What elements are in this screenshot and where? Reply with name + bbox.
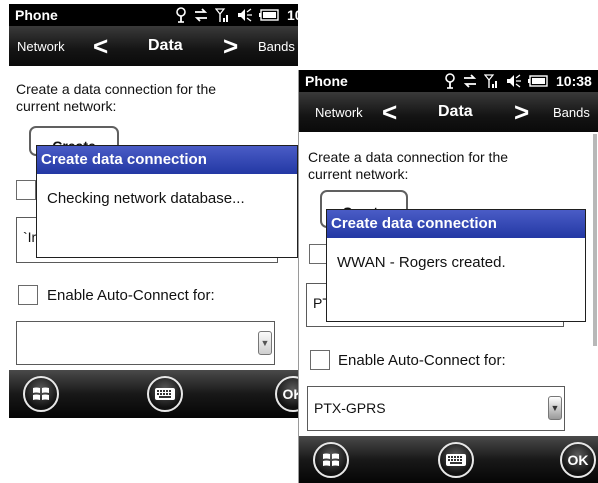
description-text: Create a data connection for the current… — [308, 149, 509, 182]
auto-connect-label: Enable Auto-Connect for: — [338, 352, 506, 369]
checkbox-hidden[interactable] — [16, 180, 36, 200]
ok-label: OK — [282, 386, 299, 402]
volume-icon[interactable] — [237, 8, 253, 22]
soft-key-bar: OK — [9, 370, 298, 418]
combo-value: `Ir — [23, 229, 37, 245]
dialog-message: Checking network database... — [47, 190, 245, 207]
description-text: Create a data connection for the current… — [16, 81, 217, 114]
navigation-bar: Network < Data > Bands — [299, 92, 598, 132]
soft-key-bar: OK — [299, 436, 598, 483]
signal-strength-icon[interactable] — [175, 7, 187, 23]
auto-connect-combo[interactable]: ▼ — [16, 321, 275, 365]
status-title: Phone — [305, 73, 348, 89]
signal-strength-icon[interactable] — [444, 73, 456, 89]
result-dialog: Create data connection WWAN - Rogers cre… — [326, 209, 586, 322]
data-sync-icon[interactable] — [462, 74, 478, 88]
nav-network-link[interactable]: Network — [315, 105, 363, 120]
ok-button[interactable]: OK — [560, 442, 596, 478]
status-bar: Phone 10:37 — [9, 4, 298, 26]
cellular-signal-icon[interactable] — [484, 73, 500, 89]
back-phone-screen: Phone 10:37 Network < Data > Bands C — [9, 4, 298, 418]
combo-value: PTX-GPRS — [314, 400, 386, 416]
status-time: 10:37 — [287, 7, 298, 23]
chevron-left-icon[interactable]: < — [382, 99, 397, 125]
auto-connect-checkbox[interactable] — [18, 285, 38, 305]
chevron-down-icon[interactable]: ▼ — [548, 396, 562, 420]
nav-bands-link[interactable]: Bands — [553, 105, 590, 120]
ok-button[interactable]: OK — [275, 376, 298, 412]
scrollbar[interactable] — [593, 134, 597, 346]
keyboard-icon[interactable] — [438, 442, 474, 478]
cellular-signal-icon[interactable] — [215, 7, 231, 23]
chevron-right-icon[interactable]: > — [223, 33, 238, 59]
page-title: Data — [148, 37, 183, 54]
auto-connect-combo[interactable]: PTX-GPRS ▼ — [307, 386, 565, 431]
status-icons: 10:37 — [175, 6, 298, 24]
ok-label: OK — [567, 452, 589, 468]
status-bar: Phone 10:38 — [299, 70, 598, 92]
dialog-title: Create data connection — [327, 210, 585, 238]
status-time: 10:38 — [556, 73, 592, 89]
chevron-right-icon[interactable]: > — [514, 99, 529, 125]
status-title: Phone — [15, 7, 58, 23]
data-sync-icon[interactable] — [193, 8, 209, 22]
chevron-left-icon[interactable]: < — [93, 33, 108, 59]
nav-bands-link[interactable]: Bands — [258, 39, 295, 54]
progress-dialog: Create data connection Checking network … — [36, 145, 298, 258]
windows-start-icon[interactable] — [313, 442, 349, 478]
navigation-bar: Network < Data > Bands — [9, 26, 298, 66]
status-icons: 10:38 — [444, 72, 592, 90]
windows-start-icon[interactable] — [23, 376, 59, 412]
dialog-title: Create data connection — [37, 146, 297, 174]
battery-icon[interactable] — [528, 75, 548, 87]
page-title: Data — [438, 103, 473, 120]
chevron-down-icon[interactable]: ▼ — [258, 331, 272, 355]
auto-connect-label: Enable Auto-Connect for: — [47, 287, 215, 304]
volume-icon[interactable] — [506, 74, 522, 88]
keyboard-icon[interactable] — [147, 376, 183, 412]
front-phone-screen: Phone 10:38 Network < Data > Bands Creat… — [298, 70, 598, 483]
nav-network-link[interactable]: Network — [17, 39, 65, 54]
auto-connect-checkbox[interactable] — [310, 350, 330, 370]
battery-icon[interactable] — [259, 9, 279, 21]
dialog-message: WWAN - Rogers created. — [337, 254, 506, 271]
